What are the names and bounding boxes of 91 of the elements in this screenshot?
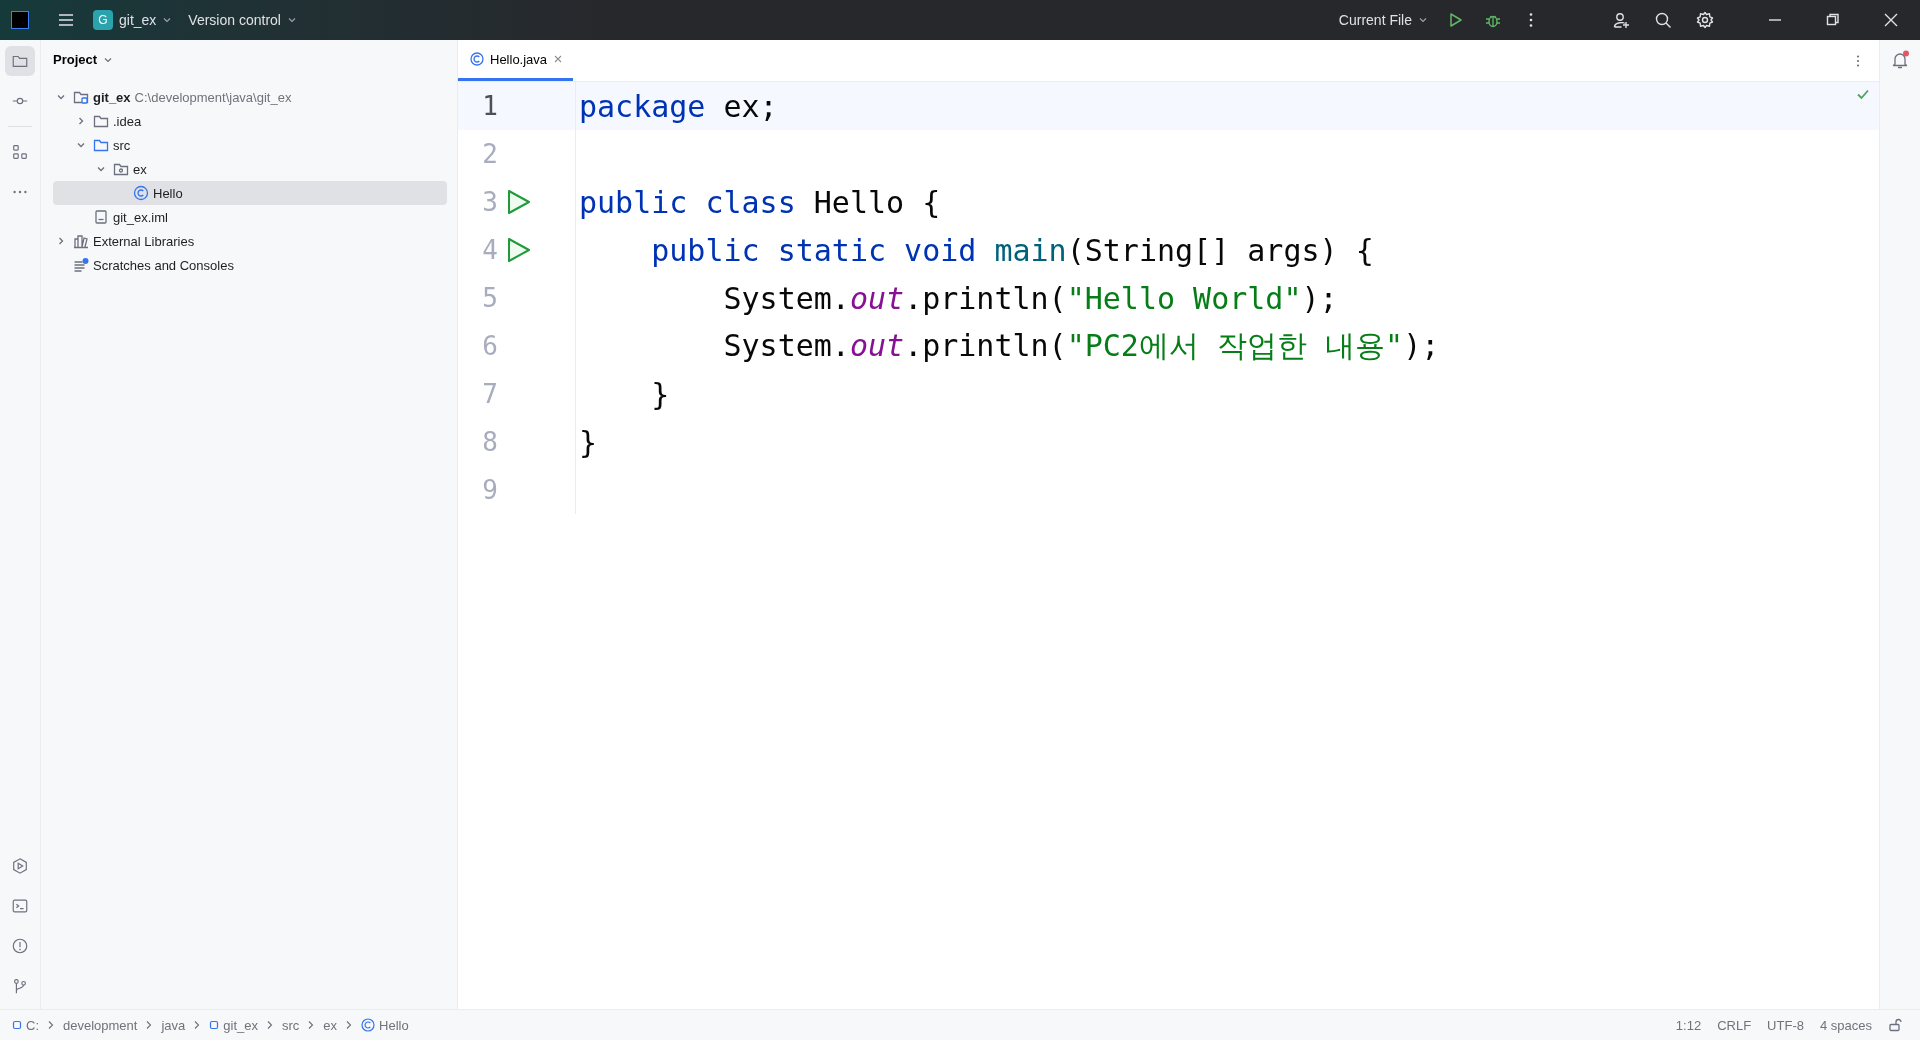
class-icon xyxy=(361,1018,376,1032)
menu-icon[interactable] xyxy=(57,11,75,29)
project-switcher-button[interactable]: G git_ex xyxy=(85,6,181,34)
add-user-icon[interactable] xyxy=(1612,11,1630,29)
notification-bell-icon[interactable] xyxy=(1890,50,1910,70)
project-path: C:\development\java\git_ex xyxy=(134,89,292,105)
tree-item-label: src xyxy=(113,137,131,153)
run-icon[interactable] xyxy=(506,237,532,263)
chevron-right-icon[interactable] xyxy=(56,236,66,246)
class-icon xyxy=(470,52,484,66)
chevron-right-icon xyxy=(47,1020,55,1030)
tree-row[interactable]: Scratches and Consoles xyxy=(53,253,447,277)
module-icon xyxy=(209,1020,220,1030)
line-number: 9 xyxy=(481,475,498,505)
problems-icon[interactable] xyxy=(11,936,29,956)
code-line: System.out.println("Hello World"); xyxy=(722,280,1338,316)
class-icon xyxy=(133,185,149,201)
line-number: 3 xyxy=(481,187,498,217)
run-configuration-menu[interactable]: Current File xyxy=(1330,8,1436,32)
tree-item-label: Hello xyxy=(153,185,183,201)
breadcrumb[interactable]: development xyxy=(61,1017,140,1033)
code-line: System.out.println("PC2에서 작업한 내용"); xyxy=(722,326,1440,365)
code-line: } xyxy=(578,424,598,460)
project-name: git_ex xyxy=(119,12,157,28)
line-number: 1 xyxy=(481,91,498,121)
tree-row[interactable]: External Libraries xyxy=(53,229,447,253)
close-tab-icon[interactable] xyxy=(553,54,564,64)
chevron-right-icon xyxy=(345,1020,354,1030)
line-number: 4 xyxy=(481,235,498,265)
project-badge: G xyxy=(93,10,113,30)
tree-row[interactable]: ex xyxy=(53,157,447,181)
chevron-right-icon xyxy=(193,1020,202,1030)
library-icon xyxy=(73,233,89,249)
chevron-right-icon[interactable] xyxy=(76,116,86,126)
package-icon xyxy=(113,161,129,177)
breadcrumb[interactable]: src xyxy=(280,1017,302,1033)
breadcrumb[interactable]: java xyxy=(159,1017,188,1033)
settings-icon[interactable] xyxy=(1696,11,1714,29)
version-control-menu[interactable]: Version control xyxy=(180,8,305,32)
code-line: package ex; xyxy=(578,88,778,124)
code-line: public class Hello { xyxy=(578,184,941,220)
line-number: 7 xyxy=(481,379,498,409)
line-number: 8 xyxy=(481,427,498,457)
breadcrumb[interactable]: git_ex xyxy=(207,1017,260,1033)
tree-row[interactable]: Hello xyxy=(53,181,447,205)
scratches-icon xyxy=(73,257,89,273)
close-icon[interactable] xyxy=(1882,11,1900,29)
chevron-down-icon[interactable] xyxy=(96,164,106,174)
services-icon[interactable] xyxy=(11,856,29,876)
status-bar-item[interactable]: 4 spaces xyxy=(1811,1017,1880,1033)
status-bar-item[interactable]: CRLF xyxy=(1709,1017,1760,1033)
chevron-down-icon xyxy=(286,15,297,25)
tree-row[interactable]: git_ex.iml xyxy=(53,205,447,229)
tree-item-label: Scratches and Consoles xyxy=(93,257,234,273)
tree-row[interactable]: .idea xyxy=(53,109,447,133)
search-icon[interactable] xyxy=(1654,11,1672,29)
run-icon[interactable] xyxy=(506,189,532,215)
chevron-right-icon xyxy=(307,1020,316,1030)
tree-row[interactable]: src xyxy=(53,133,447,157)
tool-window-title-dropdown[interactable]: Project xyxy=(41,40,126,81)
tree-row[interactable]: git_ex C:\development\java\git_ex xyxy=(53,85,447,109)
git-branch-icon[interactable] xyxy=(11,976,29,996)
status-bar-item[interactable]: UTF-8 xyxy=(1759,1017,1812,1033)
file-icon xyxy=(93,209,109,225)
code-line: public static void main(String[] args) { xyxy=(650,232,1374,268)
module-folder-icon xyxy=(73,89,89,105)
tree-item-label: git_ex.iml xyxy=(113,209,168,225)
unlock-icon[interactable] xyxy=(1888,1018,1902,1032)
folder-icon xyxy=(93,113,109,129)
chevron-down-icon xyxy=(162,15,173,25)
chevron-down-icon xyxy=(1418,15,1428,25)
code-line: } xyxy=(650,376,670,412)
structure-icon[interactable] xyxy=(11,142,29,162)
source-folder-icon xyxy=(93,137,109,153)
tree-item-label: git_ex xyxy=(93,89,131,105)
tree-item-label: External Libraries xyxy=(93,233,195,249)
tree-item-label: ex xyxy=(133,161,147,177)
breadcrumb[interactable]: Hello xyxy=(359,1017,411,1033)
chevron-down-icon[interactable] xyxy=(56,92,66,102)
status-bar-item[interactable]: 1:12 xyxy=(1667,1017,1710,1033)
chevron-down-icon[interactable] xyxy=(76,140,86,150)
module-icon xyxy=(12,1020,22,1030)
chevron-right-icon xyxy=(145,1020,154,1030)
breadcrumb[interactable]: ex xyxy=(321,1017,340,1033)
line-number: 2 xyxy=(481,139,498,169)
line-number: 5 xyxy=(481,283,498,313)
tree-item-label: .idea xyxy=(113,113,142,129)
breadcrumb[interactable]: C: xyxy=(10,1017,41,1033)
chevron-right-icon xyxy=(266,1020,274,1030)
app-logo-icon xyxy=(11,11,29,29)
line-number: 6 xyxy=(481,331,498,361)
